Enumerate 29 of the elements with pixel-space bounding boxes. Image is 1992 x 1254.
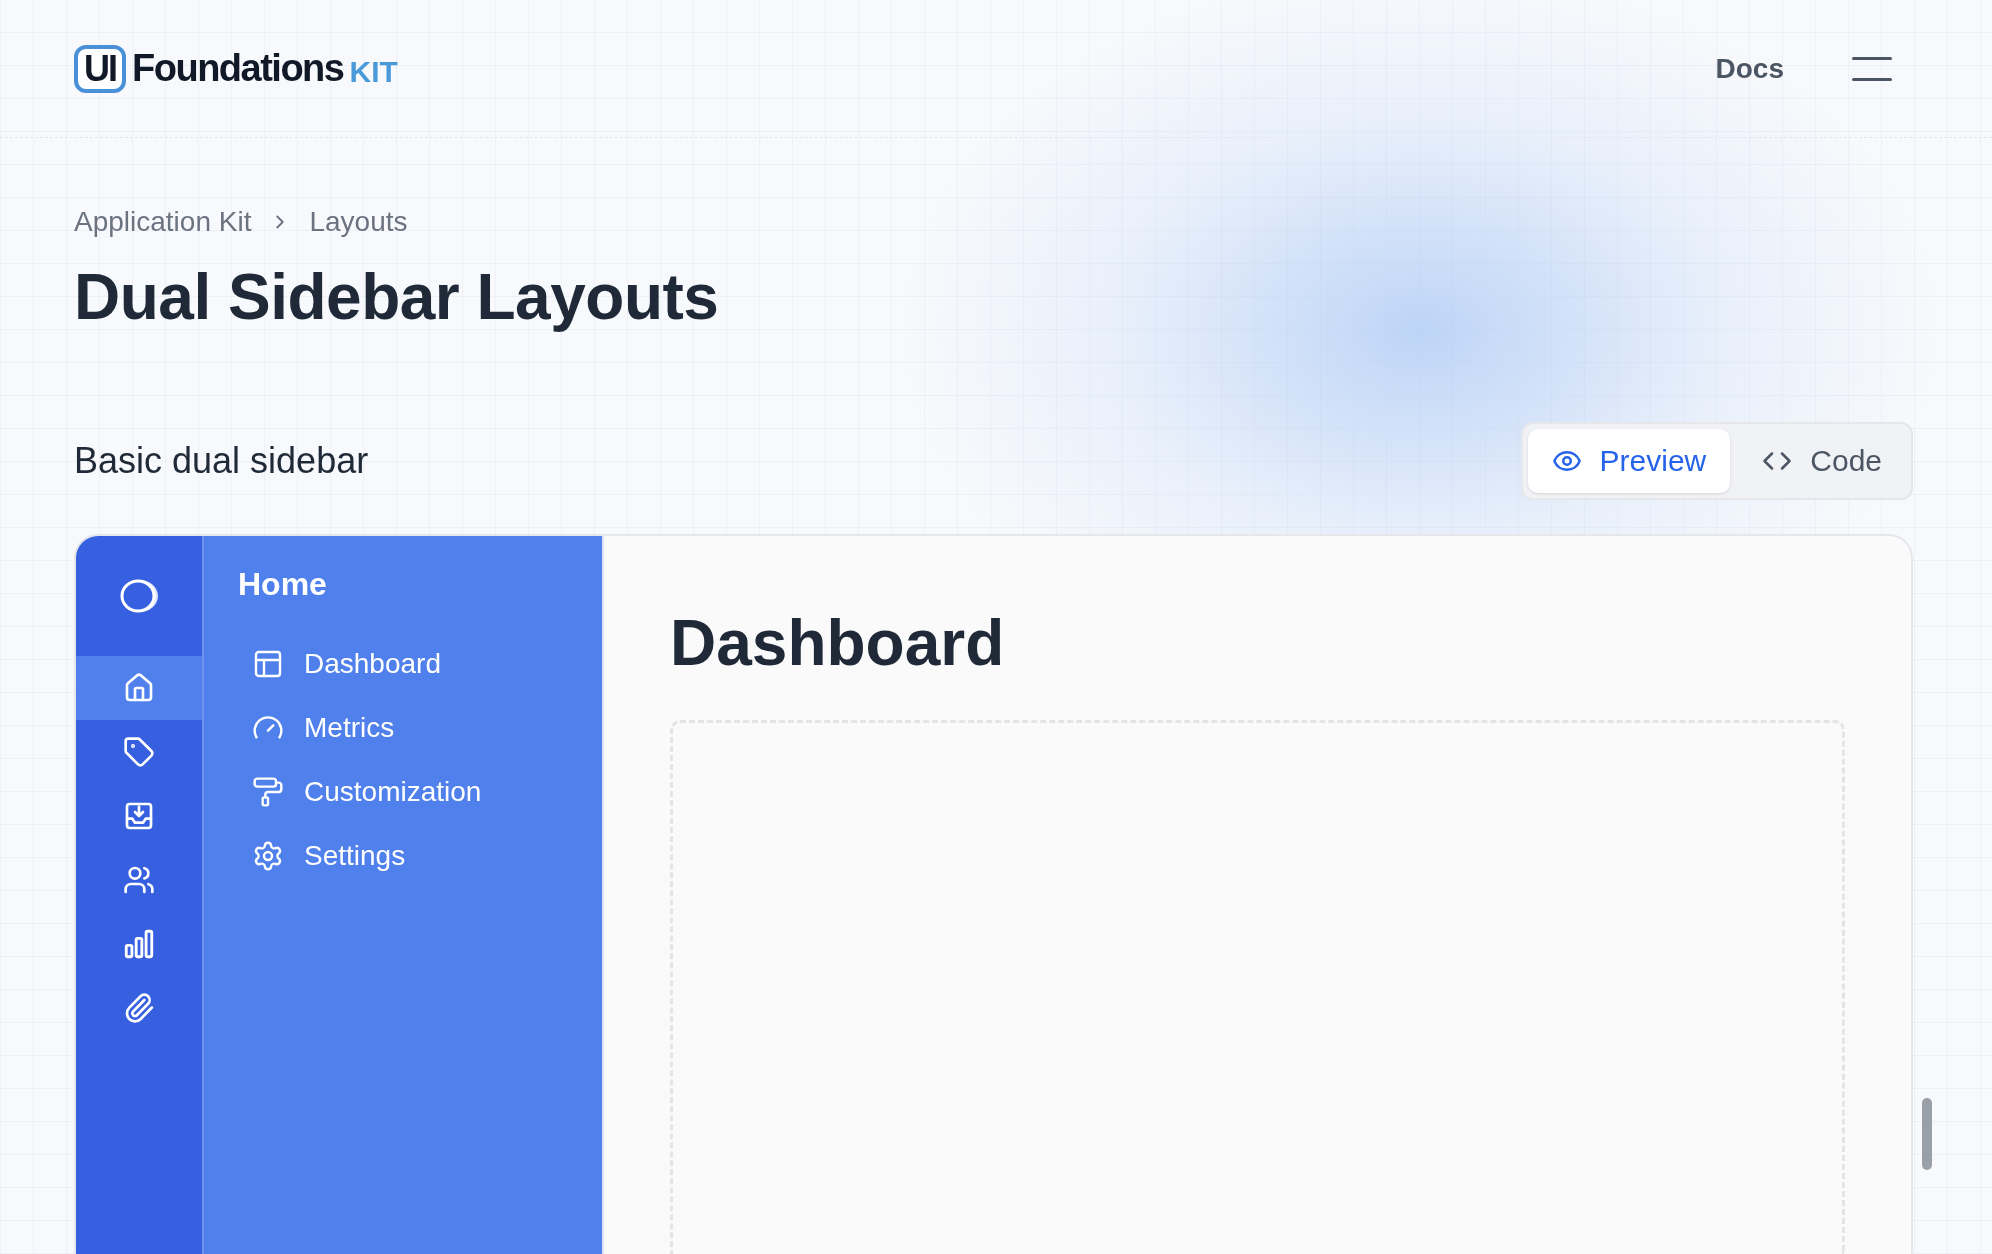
docs-link[interactable]: Docs xyxy=(1715,52,1784,85)
sidebar-item[interactable]: Settings xyxy=(238,829,602,883)
home-icon xyxy=(123,672,155,704)
paperclip-icon xyxy=(123,992,155,1024)
view-tab[interactable]: Code xyxy=(1738,429,1906,493)
sidebar-item[interactable]: Customization xyxy=(238,765,602,819)
view-tab[interactable]: Preview xyxy=(1527,429,1731,493)
logo-name: Foundations xyxy=(132,47,344,90)
scrollbar-thumb[interactable] xyxy=(1922,1098,1932,1170)
page-title: Dual Sidebar Layouts xyxy=(74,260,720,334)
breadcrumb-link[interactable]: Application Kit xyxy=(74,206,252,238)
breadcrumb-link[interactable]: Layouts xyxy=(309,206,408,238)
logo-suffix: KIT xyxy=(349,54,398,89)
logo-badge: UI xyxy=(74,44,126,93)
layout-icon xyxy=(252,648,284,680)
menu-button[interactable] xyxy=(1852,56,1892,81)
tag-icon xyxy=(123,736,155,768)
bar-chart-icon xyxy=(122,927,156,961)
crescent-logo-icon xyxy=(118,577,160,615)
section-title: Basic dual sidebar xyxy=(74,440,369,482)
settings-icon xyxy=(252,840,284,872)
sidebar-heading: Home xyxy=(238,566,328,603)
users-icon xyxy=(123,864,155,896)
rail-item[interactable] xyxy=(76,656,202,720)
sidebar-item[interactable]: Metrics xyxy=(238,701,602,755)
paint-roller-icon xyxy=(252,776,284,808)
sidebar-item[interactable]: Dashboard xyxy=(238,637,602,691)
content-heading: Dashboard xyxy=(670,606,1006,680)
inbox-download-icon xyxy=(123,800,155,832)
